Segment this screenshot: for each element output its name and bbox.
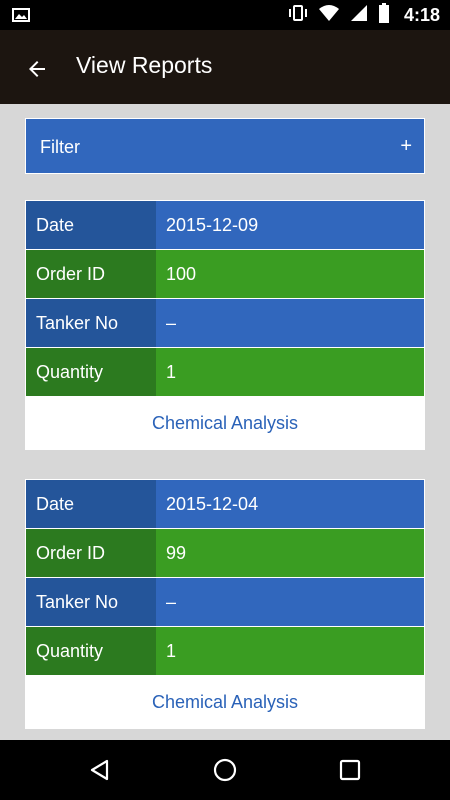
row-value: 2015-12-04 bbox=[156, 480, 424, 528]
report-row-tanker-no: Tanker No – bbox=[26, 578, 424, 627]
row-value: 2015-12-09 bbox=[156, 201, 424, 249]
row-value: – bbox=[156, 299, 424, 347]
row-value: – bbox=[156, 578, 424, 626]
home-circle-icon[interactable] bbox=[211, 756, 239, 784]
chemical-analysis-link[interactable]: Chemical Analysis bbox=[26, 397, 424, 449]
report-row-quantity: Quantity 1 bbox=[26, 627, 424, 676]
recents-square-icon[interactable] bbox=[336, 756, 364, 784]
cellular-icon bbox=[350, 4, 368, 27]
row-label: Date bbox=[26, 480, 156, 528]
report-row-order-id: Order ID 99 bbox=[26, 529, 424, 578]
status-icons: 4:18 bbox=[288, 0, 440, 30]
battery-icon bbox=[378, 2, 390, 28]
row-label: Tanker No bbox=[26, 299, 156, 347]
row-label: Date bbox=[26, 201, 156, 249]
row-value: 1 bbox=[156, 348, 424, 396]
report-row-date: Date 2015-12-04 bbox=[26, 480, 424, 529]
status-time: 4:18 bbox=[403, 4, 440, 25]
report-list: Filter + Date 2015-12-09 Order ID 100 Ta… bbox=[0, 104, 450, 740]
report-row-tanker-no: Tanker No – bbox=[26, 299, 424, 348]
arrow-back-icon[interactable] bbox=[22, 54, 52, 84]
row-label: Quantity bbox=[26, 627, 156, 675]
report-row-order-id: Order ID 100 bbox=[26, 250, 424, 299]
row-value: 100 bbox=[156, 250, 424, 298]
expand-plus-icon[interactable]: + bbox=[400, 135, 412, 158]
back-triangle-icon[interactable] bbox=[86, 756, 114, 784]
row-value: 99 bbox=[156, 529, 424, 577]
image-icon bbox=[12, 8, 30, 27]
row-value: 1 bbox=[156, 627, 424, 675]
report-card: Date 2015-12-09 Order ID 100 Tanker No –… bbox=[25, 200, 425, 450]
chemical-analysis-link[interactable]: Chemical Analysis bbox=[26, 676, 424, 728]
filter-panel[interactable]: Filter + bbox=[25, 118, 425, 174]
row-label: Tanker No bbox=[26, 578, 156, 626]
vibrate-icon bbox=[288, 4, 308, 27]
report-row-quantity: Quantity 1 bbox=[26, 348, 424, 397]
filter-label: Filter bbox=[40, 137, 80, 157]
navigation-bar bbox=[0, 740, 450, 800]
status-bar: 4:18 bbox=[0, 0, 450, 30]
row-label: Quantity bbox=[26, 348, 156, 396]
app-bar: View Reports bbox=[0, 30, 450, 104]
page-title: View Reports bbox=[76, 52, 213, 78]
wifi-icon bbox=[318, 4, 340, 27]
report-card: Date 2015-12-04 Order ID 99 Tanker No – … bbox=[25, 479, 425, 729]
row-label: Order ID bbox=[26, 529, 156, 577]
report-row-date: Date 2015-12-09 bbox=[26, 201, 424, 250]
row-label: Order ID bbox=[26, 250, 156, 298]
